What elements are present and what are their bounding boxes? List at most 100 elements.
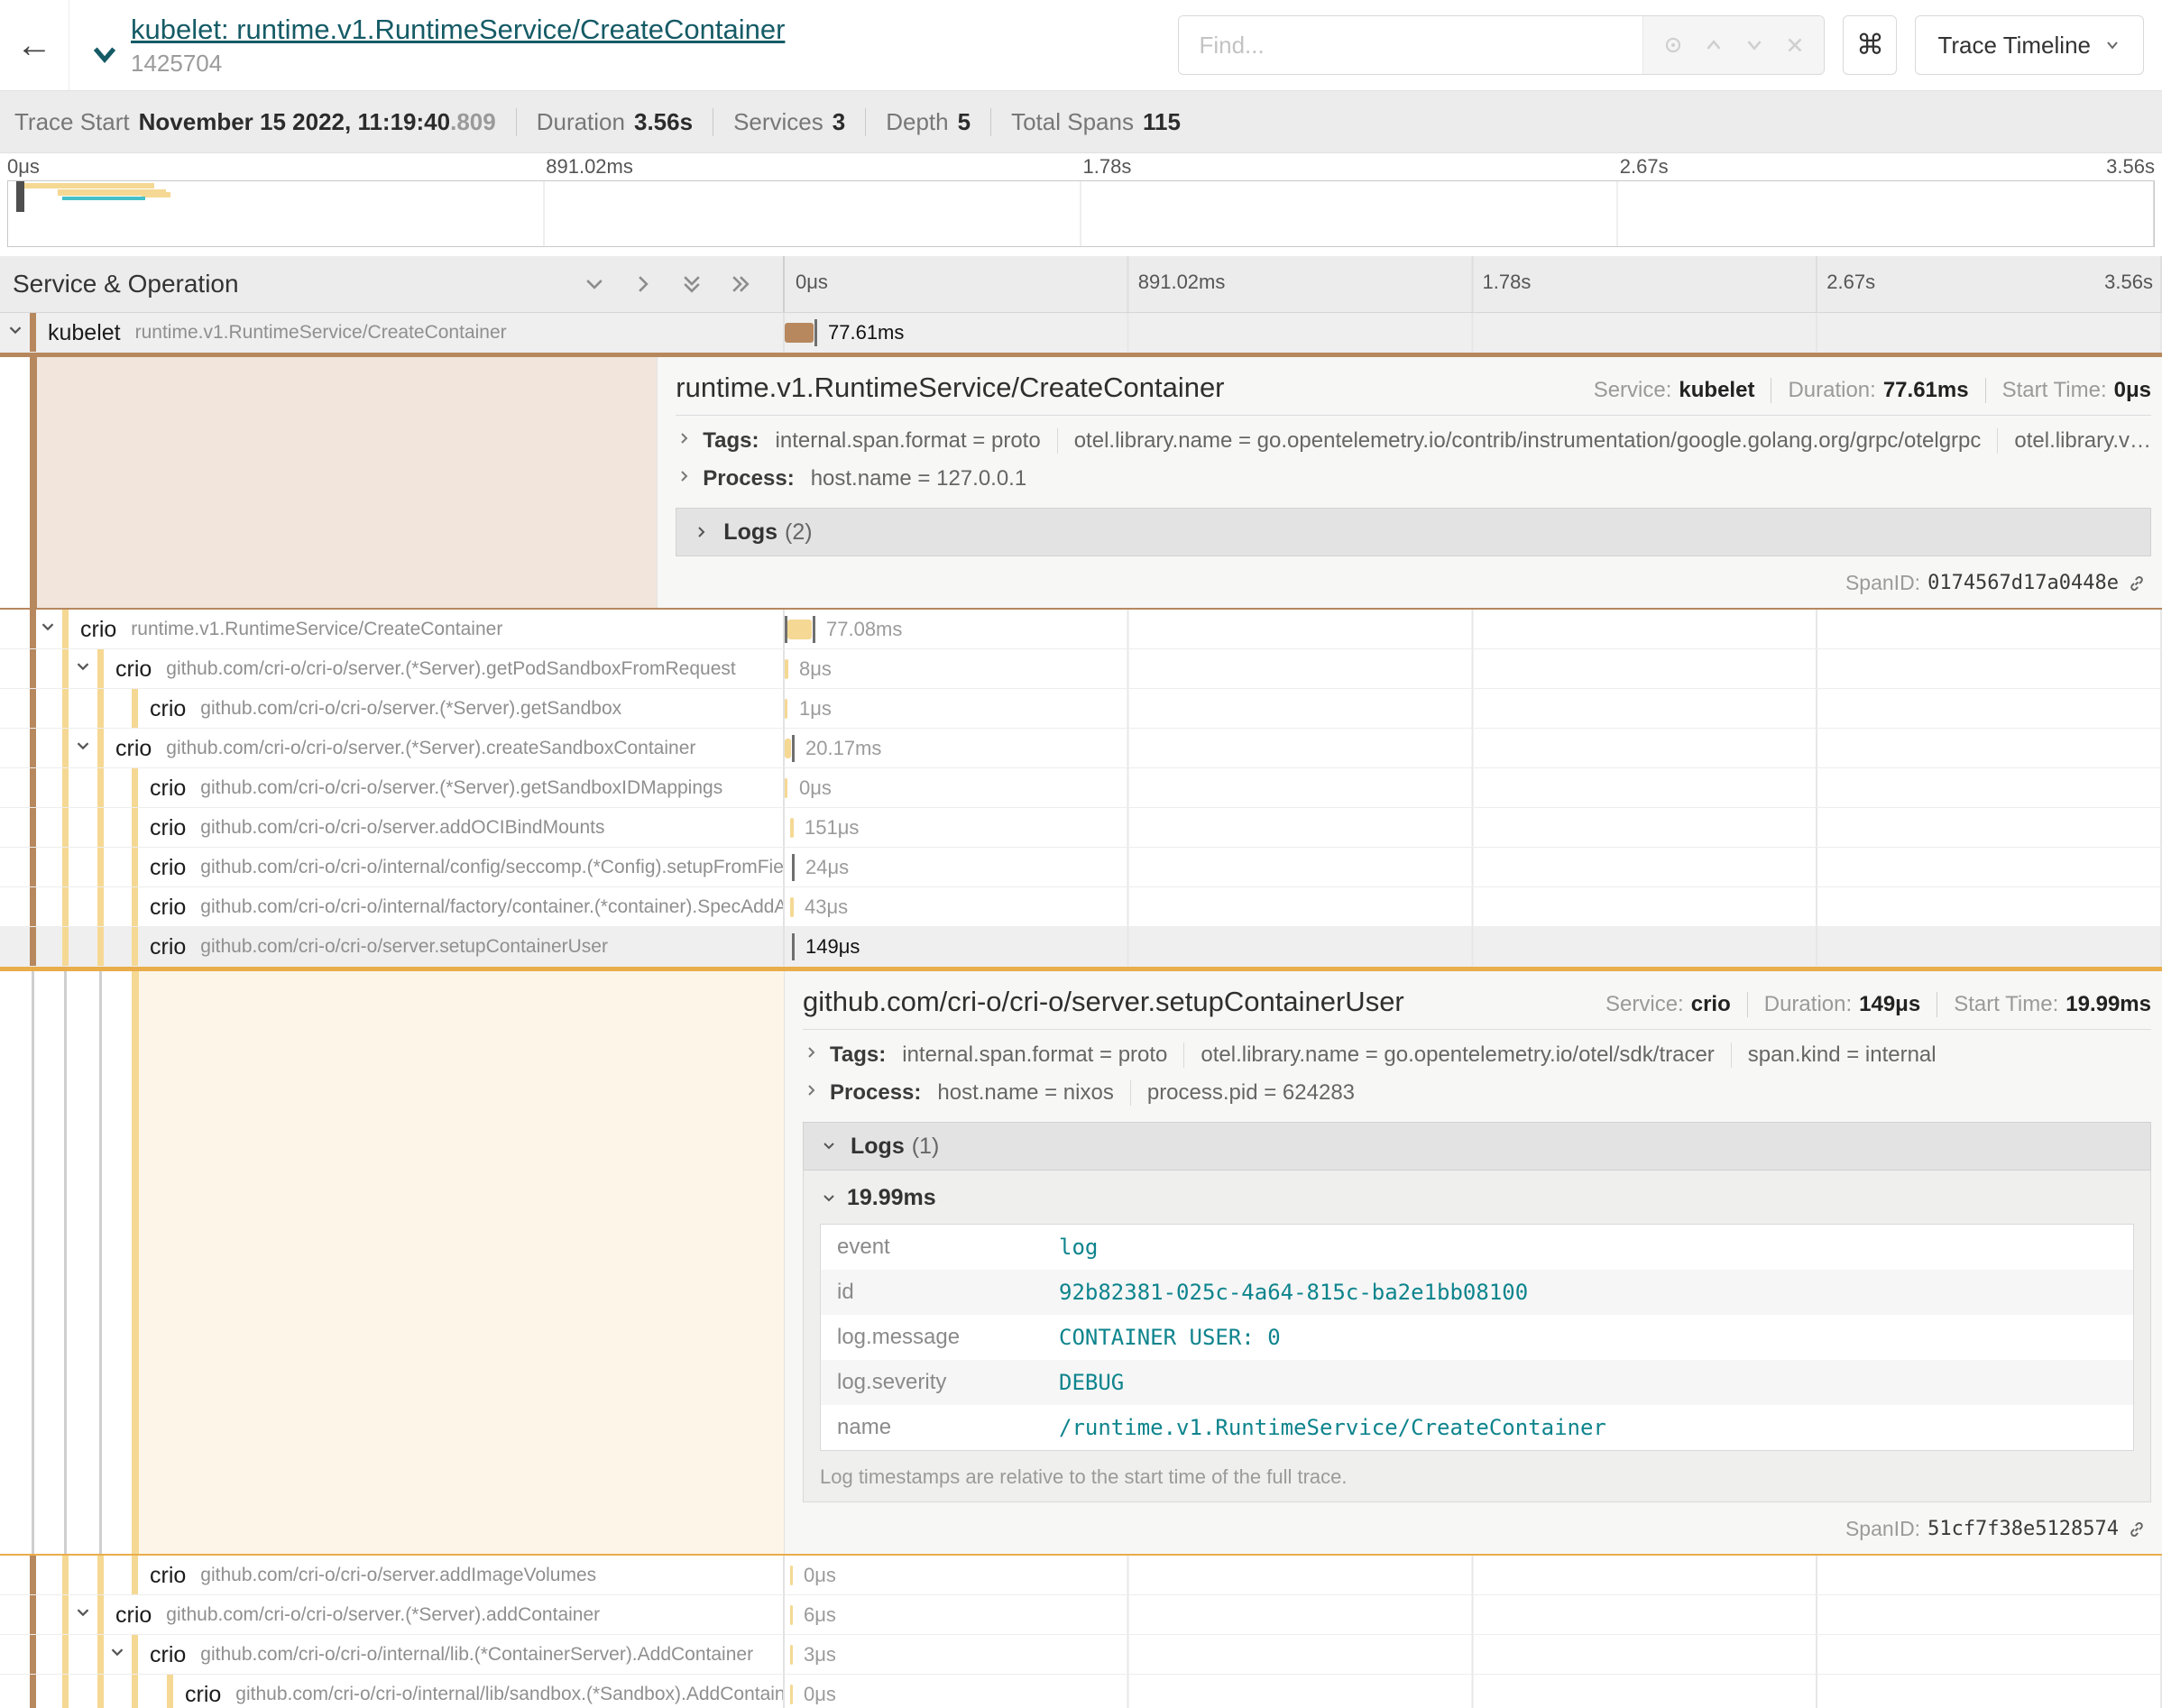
span-duration-bar[interactable]: [785, 739, 791, 758]
span-row-name-cell: criogithub.com/cri-o/cri-o/server.(*Serv…: [0, 729, 785, 768]
minimap-scrubber[interactable]: [16, 181, 24, 212]
expand-all-double-chevron-right-icon[interactable]: [729, 272, 752, 296]
span-row[interactable]: criogithub.com/cri-o/cri-o/server.addOCI…: [0, 808, 2162, 848]
span-duration-bar[interactable]: [785, 778, 787, 798]
tags-accordion[interactable]: Tags:internal.span.format = protootel.li…: [803, 1042, 2151, 1068]
span-duration-bar[interactable]: [790, 1605, 793, 1625]
span-row-timeline-cell[interactable]: 77.61ms: [785, 313, 2162, 353]
span-duration-bar[interactable]: [790, 818, 794, 838]
span-row-timeline-cell[interactable]: 0μs: [785, 1675, 2162, 1708]
tags-accordion[interactable]: Tags:internal.span.format = protootel.li…: [676, 428, 2151, 454]
span-row[interactable]: criogithub.com/cri-o/cri-o/server.(*Serv…: [0, 689, 2162, 729]
span-duration-label: 43μs: [805, 895, 848, 919]
span-row[interactable]: criogithub.com/cri-o/cri-o/internal/lib.…: [0, 1635, 2162, 1675]
minimap-canvas[interactable]: [7, 180, 2155, 247]
trace-title-link[interactable]: kubelet: runtime.v1.RuntimeService/Creat…: [131, 13, 785, 47]
span-duration-bar[interactable]: [790, 1645, 793, 1665]
process-accordion[interactable]: Process:host.name = 127.0.0.1: [676, 466, 2151, 491]
find-input[interactable]: [1179, 16, 1642, 74]
row-collapse-chevron-icon[interactable]: [73, 657, 93, 681]
log-field-value: 92b82381-025c-4a64-815c-ba2e1bb08100: [1043, 1270, 2134, 1315]
span-duration-label: 149μs: [805, 935, 860, 959]
span-link-icon[interactable]: [2126, 573, 2148, 594]
span-row-name-cell: criogithub.com/cri-o/cri-o/internal/lib/…: [0, 1675, 785, 1708]
locate-icon[interactable]: [1661, 33, 1685, 57]
span-row-timeline-cell[interactable]: 0μs: [785, 1556, 2162, 1595]
find-clear-close-icon[interactable]: [1783, 33, 1807, 57]
row-collapse-chevron-icon[interactable]: [73, 1602, 93, 1627]
tree-guide-line: [30, 887, 36, 926]
span-detail-row: github.com/cri-o/cri-o/server.setupConta…: [0, 967, 2162, 1556]
span-row-timeline-cell[interactable]: 77.08ms: [785, 610, 2162, 649]
row-collapse-chevron-icon[interactable]: [38, 617, 58, 641]
span-row-timeline-cell[interactable]: 151μs: [785, 808, 2162, 848]
span-row[interactable]: criogithub.com/cri-o/cri-o/server.(*Serv…: [0, 649, 2162, 689]
span-duration-label: 20.17ms: [805, 737, 881, 760]
span-service-name: crio: [150, 855, 186, 881]
span-row[interactable]: criogithub.com/cri-o/cri-o/internal/conf…: [0, 848, 2162, 887]
span-row-timeline-cell[interactable]: 3μs: [785, 1635, 2162, 1675]
span-row-timeline-cell[interactable]: 6μs: [785, 1595, 2162, 1635]
span-row[interactable]: criogithub.com/cri-o/cri-o/server.(*Serv…: [0, 1595, 2162, 1635]
span-row-timeline-cell[interactable]: 20.17ms: [785, 729, 2162, 768]
span-row-timeline-cell[interactable]: 0μs: [785, 768, 2162, 808]
chevron-down-icon: [820, 1137, 838, 1155]
ruler-tick-label: 0μs: [796, 271, 828, 294]
log-field-key: log.severity: [821, 1360, 1044, 1405]
span-row[interactable]: criogithub.com/cri-o/cri-o/server.setupC…: [0, 927, 2162, 967]
span-service-name: crio: [150, 696, 186, 722]
tree-guide-line: [30, 1675, 36, 1708]
span-row-timeline-cell[interactable]: 43μs: [785, 887, 2162, 927]
find-prev-chevron-up-icon[interactable]: [1702, 33, 1725, 57]
trace-view-label: Trace Timeline: [1937, 32, 2091, 60]
detail-tint-background: [37, 357, 657, 608]
tree-guide-line: [62, 1595, 69, 1634]
span-row-timeline-cell[interactable]: 149μs: [785, 927, 2162, 967]
jaeger-trace-page: ← kubelet: runtime.v1.RuntimeService/Cre…: [0, 0, 2162, 1708]
chevron-right-icon: [676, 428, 694, 454]
span-operation-name: github.com/cri-o/cri-o/internal/lib/sand…: [235, 1684, 783, 1705]
span-duration-bar[interactable]: [790, 897, 794, 917]
trace-collapse-chevron-icon[interactable]: [89, 40, 120, 75]
span-duration-bar[interactable]: [785, 699, 787, 719]
log-field-key: event: [821, 1225, 1044, 1271]
collapse-all-double-chevron-down-icon[interactable]: [680, 272, 704, 296]
span-row[interactable]: criogithub.com/cri-o/cri-o/internal/lib/…: [0, 1675, 2162, 1708]
row-collapse-chevron-icon[interactable]: [5, 320, 25, 344]
logs-accordion[interactable]: Logs(1): [803, 1122, 2151, 1171]
back-button[interactable]: ←: [0, 0, 69, 90]
find-next-chevron-down-icon[interactable]: [1743, 33, 1766, 57]
span-row-timeline-cell[interactable]: 24μs: [785, 848, 2162, 887]
span-row[interactable]: crioruntime.v1.RuntimeService/CreateCont…: [0, 610, 2162, 649]
span-duration-bar[interactable]: [785, 659, 788, 679]
keyboard-shortcuts-button[interactable]: ⌘: [1843, 15, 1897, 75]
log-entry-toggle[interactable]: 19.99ms: [820, 1185, 2134, 1211]
collapse-one-chevron-down-icon[interactable]: [583, 272, 606, 296]
process-accordion-label: Process:: [830, 1080, 921, 1106]
span-row[interactable]: criogithub.com/cri-o/cri-o/server.(*Serv…: [0, 729, 2162, 768]
logs-accordion[interactable]: Logs(2): [676, 508, 2151, 556]
span-link-icon[interactable]: [2126, 1519, 2148, 1540]
row-collapse-chevron-icon[interactable]: [73, 736, 93, 760]
span-row[interactable]: kubeletruntime.v1.RuntimeService/CreateC…: [0, 313, 2162, 353]
span-row-name-cell: criogithub.com/cri-o/cri-o/server.(*Serv…: [0, 1595, 785, 1635]
trace-id: 1425704: [131, 50, 785, 78]
span-duration-bar[interactable]: [787, 620, 812, 639]
span-duration-bar[interactable]: [790, 1685, 793, 1704]
minimap-ticks: 0μs891.02ms1.78s2.67s3.56s: [7, 155, 2155, 179]
expand-one-chevron-right-icon[interactable]: [631, 272, 655, 296]
span-row[interactable]: criogithub.com/cri-o/cri-o/server.(*Serv…: [0, 768, 2162, 808]
span-duration-label: 151μs: [805, 816, 859, 840]
span-row[interactable]: criogithub.com/cri-o/cri-o/internal/fact…: [0, 887, 2162, 927]
span-row-timeline-cell[interactable]: 8μs: [785, 649, 2162, 689]
span-duration-label: 0μs: [799, 776, 832, 800]
span-duration-bar[interactable]: [790, 1566, 793, 1585]
trace-view-selector[interactable]: Trace Timeline: [1915, 15, 2144, 75]
span-row[interactable]: criogithub.com/cri-o/cri-o/server.addIma…: [0, 1556, 2162, 1595]
row-collapse-chevron-icon[interactable]: [107, 1642, 127, 1667]
process-accordion-label: Process:: [703, 466, 794, 491]
span-duration-bar[interactable]: [785, 323, 814, 343]
span-row-timeline-cell[interactable]: 1μs: [785, 689, 2162, 729]
log-timestamps-note: Log timestamps are relative to the start…: [820, 1465, 2134, 1489]
process-accordion[interactable]: Process:host.name = nixosprocess.pid = 6…: [803, 1080, 2151, 1106]
